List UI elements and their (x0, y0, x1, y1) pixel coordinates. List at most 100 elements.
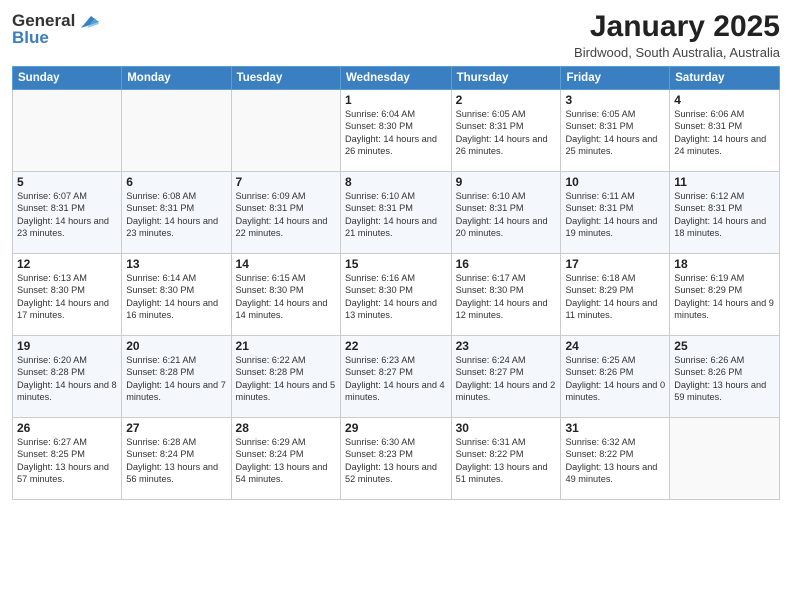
calendar-cell: 3Sunrise: 6:05 AM Sunset: 8:31 PM Daylig… (561, 90, 670, 172)
day-number: 11 (674, 175, 775, 189)
day-number: 24 (565, 339, 665, 353)
calendar-cell: 29Sunrise: 6:30 AM Sunset: 8:23 PM Dayli… (341, 418, 452, 500)
day-info: Sunrise: 6:15 AM Sunset: 8:30 PM Dayligh… (236, 272, 336, 322)
weekday-header-thursday: Thursday (451, 67, 561, 90)
weekday-header-monday: Monday (122, 67, 231, 90)
day-info: Sunrise: 6:04 AM Sunset: 8:30 PM Dayligh… (345, 108, 447, 158)
day-info: Sunrise: 6:10 AM Sunset: 8:31 PM Dayligh… (345, 190, 447, 240)
day-number: 17 (565, 257, 665, 271)
calendar-cell: 22Sunrise: 6:23 AM Sunset: 8:27 PM Dayli… (341, 336, 452, 418)
day-info: Sunrise: 6:25 AM Sunset: 8:26 PM Dayligh… (565, 354, 665, 404)
calendar-cell (670, 418, 780, 500)
calendar-cell: 31Sunrise: 6:32 AM Sunset: 8:22 PM Dayli… (561, 418, 670, 500)
day-number: 4 (674, 93, 775, 107)
day-info: Sunrise: 6:12 AM Sunset: 8:31 PM Dayligh… (674, 190, 775, 240)
calendar-week-3: 12Sunrise: 6:13 AM Sunset: 8:30 PM Dayli… (13, 254, 780, 336)
day-number: 21 (236, 339, 336, 353)
day-number: 20 (126, 339, 226, 353)
weekday-header-wednesday: Wednesday (341, 67, 452, 90)
day-number: 10 (565, 175, 665, 189)
calendar-cell: 2Sunrise: 6:05 AM Sunset: 8:31 PM Daylig… (451, 90, 561, 172)
day-info: Sunrise: 6:10 AM Sunset: 8:31 PM Dayligh… (456, 190, 557, 240)
calendar-cell: 19Sunrise: 6:20 AM Sunset: 8:28 PM Dayli… (13, 336, 122, 418)
day-info: Sunrise: 6:21 AM Sunset: 8:28 PM Dayligh… (126, 354, 226, 404)
weekday-header-friday: Friday (561, 67, 670, 90)
day-number: 8 (345, 175, 447, 189)
calendar-week-2: 5Sunrise: 6:07 AM Sunset: 8:31 PM Daylig… (13, 172, 780, 254)
day-info: Sunrise: 6:22 AM Sunset: 8:28 PM Dayligh… (236, 354, 336, 404)
calendar-cell: 9Sunrise: 6:10 AM Sunset: 8:31 PM Daylig… (451, 172, 561, 254)
calendar-week-5: 26Sunrise: 6:27 AM Sunset: 8:25 PM Dayli… (13, 418, 780, 500)
day-info: Sunrise: 6:16 AM Sunset: 8:30 PM Dayligh… (345, 272, 447, 322)
day-number: 25 (674, 339, 775, 353)
day-info: Sunrise: 6:05 AM Sunset: 8:31 PM Dayligh… (456, 108, 557, 158)
day-info: Sunrise: 6:06 AM Sunset: 8:31 PM Dayligh… (674, 108, 775, 158)
day-number: 14 (236, 257, 336, 271)
calendar-cell: 20Sunrise: 6:21 AM Sunset: 8:28 PM Dayli… (122, 336, 231, 418)
day-number: 23 (456, 339, 557, 353)
day-info: Sunrise: 6:08 AM Sunset: 8:31 PM Dayligh… (126, 190, 226, 240)
day-number: 13 (126, 257, 226, 271)
calendar-cell (231, 90, 340, 172)
weekday-header-sunday: Sunday (13, 67, 122, 90)
day-info: Sunrise: 6:32 AM Sunset: 8:22 PM Dayligh… (565, 436, 665, 486)
calendar-cell: 23Sunrise: 6:24 AM Sunset: 8:27 PM Dayli… (451, 336, 561, 418)
logo: General Blue (12, 10, 99, 48)
day-number: 6 (126, 175, 226, 189)
day-info: Sunrise: 6:28 AM Sunset: 8:24 PM Dayligh… (126, 436, 226, 486)
day-number: 3 (565, 93, 665, 107)
calendar-cell: 16Sunrise: 6:17 AM Sunset: 8:30 PM Dayli… (451, 254, 561, 336)
calendar-cell: 4Sunrise: 6:06 AM Sunset: 8:31 PM Daylig… (670, 90, 780, 172)
header: General Blue January 2025 Birdwood, Sout… (12, 10, 780, 60)
calendar-week-1: 1Sunrise: 6:04 AM Sunset: 8:30 PM Daylig… (13, 90, 780, 172)
day-info: Sunrise: 6:19 AM Sunset: 8:29 PM Dayligh… (674, 272, 775, 322)
day-info: Sunrise: 6:30 AM Sunset: 8:23 PM Dayligh… (345, 436, 447, 486)
calendar-cell: 26Sunrise: 6:27 AM Sunset: 8:25 PM Dayli… (13, 418, 122, 500)
day-number: 29 (345, 421, 447, 435)
calendar-cell: 10Sunrise: 6:11 AM Sunset: 8:31 PM Dayli… (561, 172, 670, 254)
title-block: January 2025 Birdwood, South Australia, … (574, 10, 780, 60)
day-info: Sunrise: 6:11 AM Sunset: 8:31 PM Dayligh… (565, 190, 665, 240)
day-number: 28 (236, 421, 336, 435)
day-number: 31 (565, 421, 665, 435)
day-number: 18 (674, 257, 775, 271)
calendar-cell: 15Sunrise: 6:16 AM Sunset: 8:30 PM Dayli… (341, 254, 452, 336)
day-info: Sunrise: 6:23 AM Sunset: 8:27 PM Dayligh… (345, 354, 447, 404)
day-number: 12 (17, 257, 117, 271)
day-number: 26 (17, 421, 117, 435)
weekday-header-tuesday: Tuesday (231, 67, 340, 90)
day-info: Sunrise: 6:31 AM Sunset: 8:22 PM Dayligh… (456, 436, 557, 486)
logo-icon (77, 10, 99, 32)
day-number: 1 (345, 93, 447, 107)
day-number: 2 (456, 93, 557, 107)
calendar-week-4: 19Sunrise: 6:20 AM Sunset: 8:28 PM Dayli… (13, 336, 780, 418)
day-info: Sunrise: 6:05 AM Sunset: 8:31 PM Dayligh… (565, 108, 665, 158)
calendar-cell: 18Sunrise: 6:19 AM Sunset: 8:29 PM Dayli… (670, 254, 780, 336)
day-info: Sunrise: 6:29 AM Sunset: 8:24 PM Dayligh… (236, 436, 336, 486)
calendar-cell (13, 90, 122, 172)
calendar-cell: 7Sunrise: 6:09 AM Sunset: 8:31 PM Daylig… (231, 172, 340, 254)
day-number: 7 (236, 175, 336, 189)
calendar-cell: 5Sunrise: 6:07 AM Sunset: 8:31 PM Daylig… (13, 172, 122, 254)
weekday-header-saturday: Saturday (670, 67, 780, 90)
calendar-cell: 11Sunrise: 6:12 AM Sunset: 8:31 PM Dayli… (670, 172, 780, 254)
day-number: 5 (17, 175, 117, 189)
day-info: Sunrise: 6:09 AM Sunset: 8:31 PM Dayligh… (236, 190, 336, 240)
day-info: Sunrise: 6:18 AM Sunset: 8:29 PM Dayligh… (565, 272, 665, 322)
calendar-cell: 12Sunrise: 6:13 AM Sunset: 8:30 PM Dayli… (13, 254, 122, 336)
main-title: January 2025 (574, 10, 780, 43)
day-number: 9 (456, 175, 557, 189)
calendar-cell: 21Sunrise: 6:22 AM Sunset: 8:28 PM Dayli… (231, 336, 340, 418)
day-info: Sunrise: 6:07 AM Sunset: 8:31 PM Dayligh… (17, 190, 117, 240)
day-number: 19 (17, 339, 117, 353)
calendar-cell: 17Sunrise: 6:18 AM Sunset: 8:29 PM Dayli… (561, 254, 670, 336)
day-info: Sunrise: 6:24 AM Sunset: 8:27 PM Dayligh… (456, 354, 557, 404)
calendar-cell: 1Sunrise: 6:04 AM Sunset: 8:30 PM Daylig… (341, 90, 452, 172)
sub-title: Birdwood, South Australia, Australia (574, 45, 780, 60)
calendar-table: SundayMondayTuesdayWednesdayThursdayFrid… (12, 66, 780, 500)
day-info: Sunrise: 6:26 AM Sunset: 8:26 PM Dayligh… (674, 354, 775, 404)
calendar-cell: 27Sunrise: 6:28 AM Sunset: 8:24 PM Dayli… (122, 418, 231, 500)
calendar-cell: 30Sunrise: 6:31 AM Sunset: 8:22 PM Dayli… (451, 418, 561, 500)
calendar-cell: 6Sunrise: 6:08 AM Sunset: 8:31 PM Daylig… (122, 172, 231, 254)
day-number: 30 (456, 421, 557, 435)
